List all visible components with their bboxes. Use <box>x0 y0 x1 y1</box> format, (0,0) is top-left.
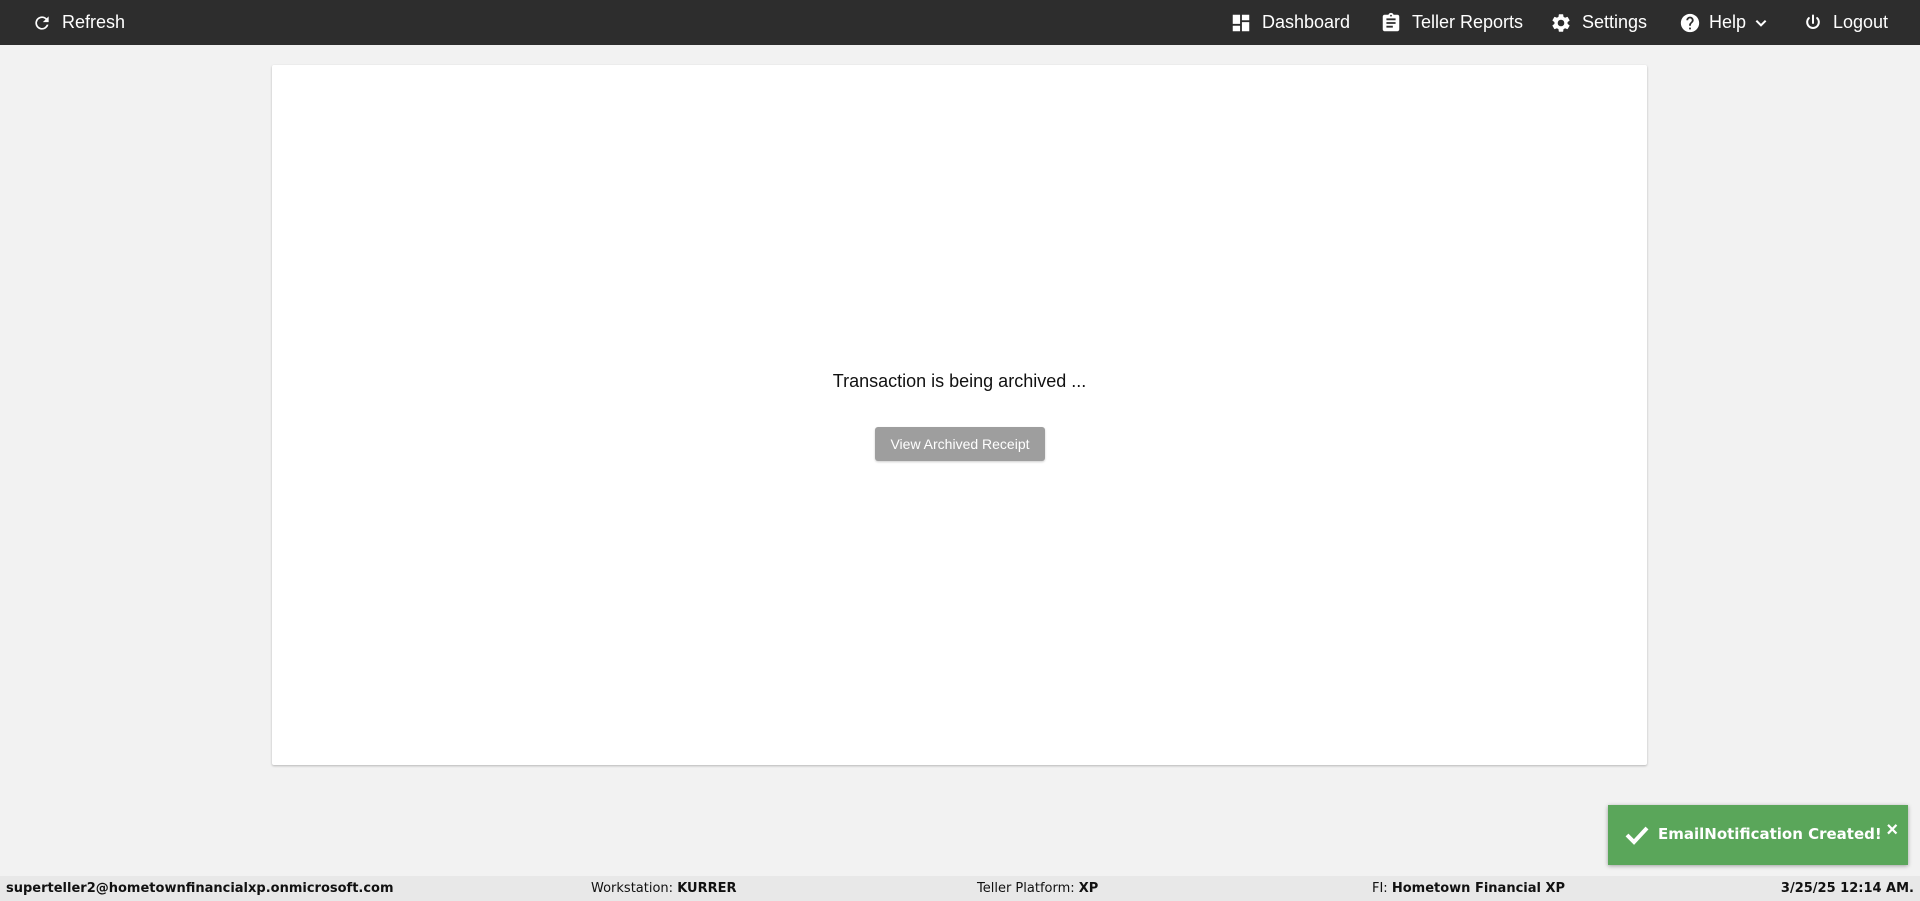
dashboard-icon <box>1230 12 1252 34</box>
footer-datetime: 3/25/25 12:14 AM. <box>1780 881 1914 896</box>
main-card: Transaction is being archived ... View A… <box>272 65 1647 765</box>
fi-value: Hometown Financial XP <box>1391 881 1566 896</box>
nav-settings-label: Settings <box>1582 12 1648 32</box>
nav-teller-reports[interactable]: Teller Reports <box>1380 0 1523 45</box>
teller-platform-label: Teller Platform: <box>977 881 1075 896</box>
nav-logout[interactable]: Logout <box>1803 0 1888 45</box>
help-circle-icon <box>1679 12 1701 34</box>
nav-help-label: Help <box>1709 12 1747 32</box>
nav-settings[interactable]: Settings <box>1550 0 1647 45</box>
success-toast: EmailNotification Created! × <box>1608 805 1908 865</box>
chevron-down-icon <box>1754 16 1768 30</box>
workstation-label: Workstation: <box>591 881 674 896</box>
checkmark-icon <box>1624 823 1650 852</box>
workstation-value: KURRER <box>677 881 737 896</box>
top-navbar: Refresh Dashboard Teller Reports Setting… <box>0 0 1920 45</box>
status-footer: superteller2@hometownfinancialxp.onmicro… <box>0 876 1920 901</box>
footer-teller-platform: Teller Platform: XP <box>977 881 1098 896</box>
nav-teller-reports-label: Teller Reports <box>1412 12 1524 32</box>
footer-workstation: Workstation: KURRER <box>591 881 737 896</box>
fi-label: FI: <box>1372 881 1388 896</box>
view-archived-receipt-button[interactable]: View Archived Receipt <box>875 427 1045 461</box>
nav-help-dropdown[interactable]: Help <box>1679 0 1768 45</box>
close-icon[interactable]: × <box>1886 820 1898 840</box>
nav-dashboard-label: Dashboard <box>1262 12 1351 32</box>
clipboard-icon <box>1380 12 1402 34</box>
teller-platform-value: XP <box>1078 881 1099 896</box>
refresh-label: Refresh <box>62 12 126 32</box>
footer-fi: FI: Hometown Financial XP <box>1372 881 1565 896</box>
refresh-button[interactable]: Refresh <box>32 0 125 45</box>
power-icon <box>1803 13 1823 33</box>
gear-icon <box>1550 12 1572 34</box>
footer-user-email: superteller2@hometownfinancialxp.onmicro… <box>6 881 394 896</box>
nav-dashboard[interactable]: Dashboard <box>1230 0 1350 45</box>
nav-logout-label: Logout <box>1833 12 1889 32</box>
toast-message: EmailNotification Created! <box>1658 825 1882 843</box>
archive-status-message: Transaction is being archived ... <box>832 371 1087 391</box>
refresh-icon <box>32 13 52 33</box>
